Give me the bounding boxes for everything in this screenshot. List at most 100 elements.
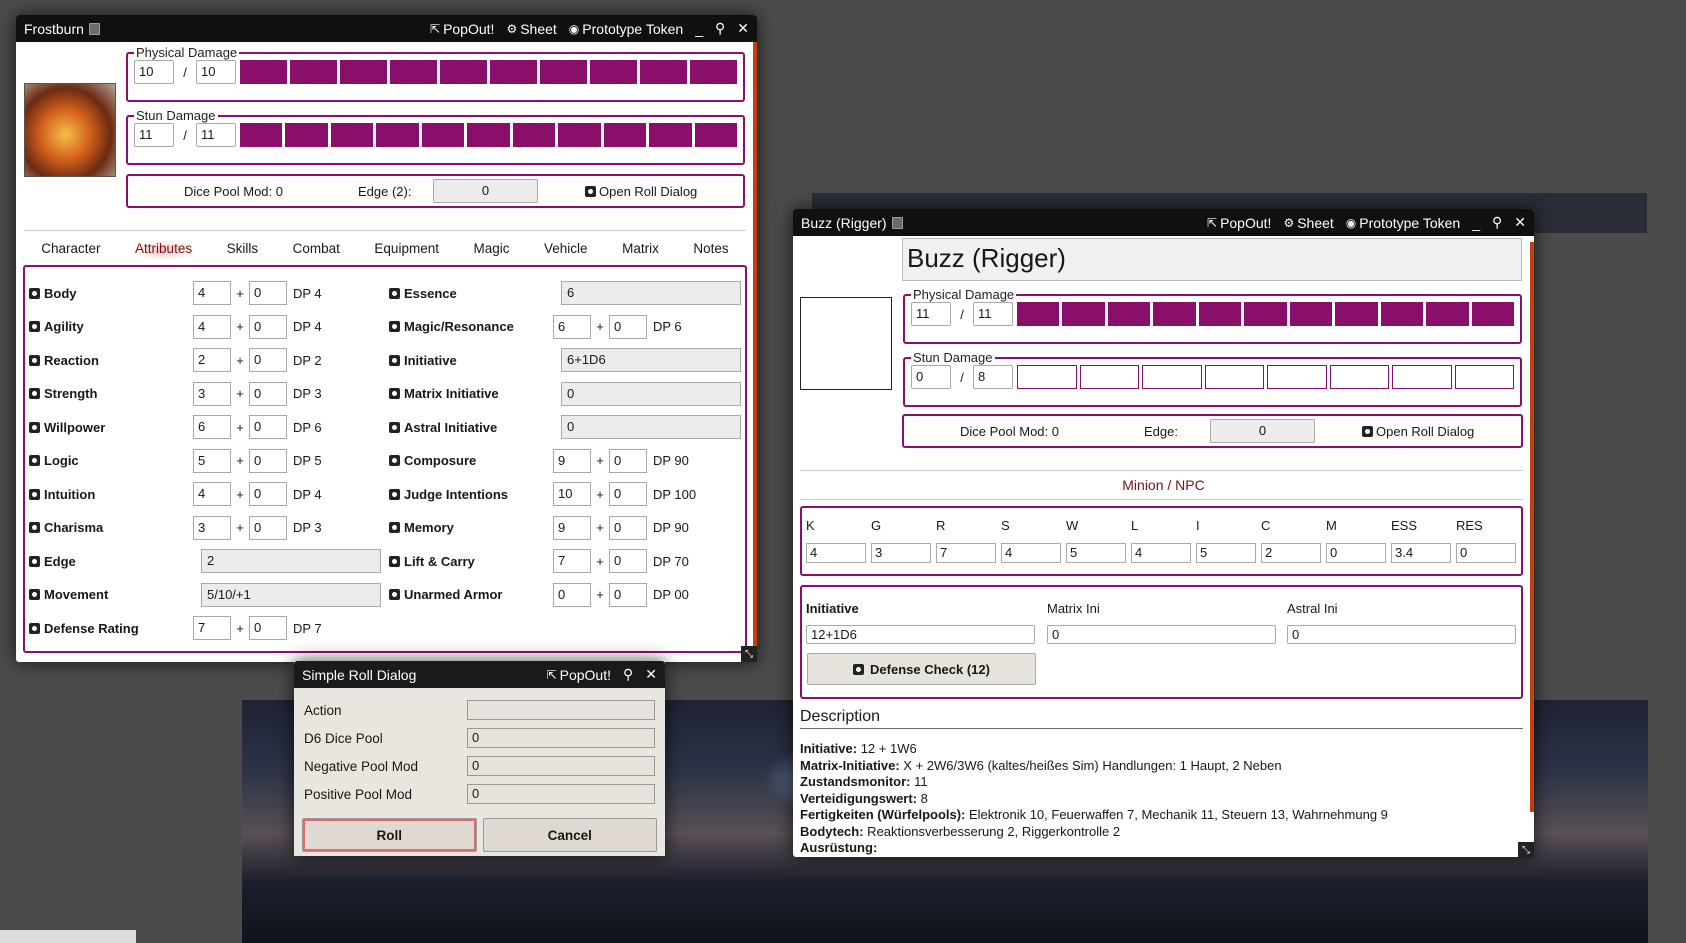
damage-box[interactable] [1198, 302, 1242, 326]
attribute-mod-input[interactable]: 0 [249, 448, 287, 473]
attribute-mod-input[interactable]: 0 [249, 616, 287, 640]
damage-box[interactable] [1289, 302, 1333, 326]
damage-box[interactable] [590, 60, 637, 84]
attribute-base-input[interactable]: 3 [193, 381, 231, 406]
damage-box[interactable] [390, 60, 437, 84]
open-roll-dialog-button[interactable]: Open Roll Dialog [1362, 424, 1474, 439]
attribute-label[interactable]: Lift & Carry [389, 554, 553, 569]
damage-box[interactable] [540, 60, 587, 84]
attribute-label[interactable]: Intuition [29, 487, 193, 502]
damage-box[interactable] [1017, 365, 1077, 389]
roll-field-input[interactable]: 0 [467, 728, 655, 748]
attribute-label[interactable]: Willpower [29, 420, 193, 435]
resize-icon[interactable]: ⤡ [1518, 842, 1534, 858]
damage-box[interactable] [512, 123, 556, 147]
prototype-token-button[interactable]: ◉ Prototype Token [569, 21, 683, 37]
stun-current-input[interactable]: 0 [911, 365, 951, 389]
window-titlebar[interactable]: Buzz (Rigger) ⇱ PopOut! ⚙ Sheet ◉ Prototype… [793, 209, 1534, 236]
damage-box[interactable] [1244, 302, 1287, 326]
defense-check-button[interactable]: Defense Check (12) [807, 653, 1036, 685]
damage-box[interactable] [1204, 365, 1264, 389]
scrollbar[interactable] [1530, 242, 1534, 812]
damage-box[interactable] [1062, 302, 1105, 326]
damage-box[interactable] [1392, 365, 1452, 389]
attribute-mod-input[interactable]: 0 [609, 448, 647, 473]
attribute-value-input[interactable]: 5/10/+1 [201, 582, 381, 607]
npc-stat-input[interactable]: 5 [1196, 543, 1256, 563]
damage-box[interactable] [558, 123, 601, 147]
damage-box[interactable] [440, 60, 487, 84]
damage-box[interactable] [330, 123, 374, 147]
npc-stat-input[interactable]: 7 [936, 543, 996, 563]
damage-box[interactable] [640, 60, 687, 84]
attribute-base-input[interactable]: 4 [193, 482, 231, 506]
damage-box[interactable] [421, 123, 465, 147]
tab-vehicle[interactable]: Vehicle [544, 241, 588, 260]
attribute-base-input[interactable]: 0 [553, 582, 591, 607]
attribute-label[interactable]: Charisma [29, 520, 193, 535]
npc-stat-input[interactable]: 4 [1131, 543, 1191, 563]
attribute-label[interactable]: Unarmed Armor [389, 587, 553, 602]
attribute-mod-input[interactable]: 0 [609, 482, 647, 506]
attribute-base-input[interactable]: 4 [193, 281, 231, 305]
attribute-label[interactable]: Body [29, 286, 193, 301]
attribute-base-input[interactable]: 10 [553, 482, 591, 506]
attribute-mod-input[interactable]: 0 [249, 415, 287, 439]
pin-icon[interactable]: ⚲ [1492, 214, 1502, 231]
attribute-base-input[interactable]: 9 [553, 515, 591, 540]
sheet-button[interactable]: ⚙ Sheet [1283, 215, 1333, 231]
attribute-label[interactable]: Matrix Initiative [389, 386, 561, 401]
type-label[interactable]: Minion / NPC [793, 477, 1534, 493]
attribute-mod-input[interactable]: 0 [249, 281, 287, 305]
damage-box[interactable] [1471, 302, 1514, 326]
npc-stat-input[interactable]: 5 [1066, 543, 1126, 563]
attribute-base-input[interactable]: 7 [193, 616, 231, 640]
attribute-base-input[interactable]: 6 [553, 314, 591, 339]
damage-box[interactable] [1017, 302, 1060, 326]
attribute-base-input[interactable]: 6 [193, 415, 231, 439]
attribute-base-input[interactable]: 7 [553, 549, 591, 573]
physical-current-input[interactable]: 10 [134, 60, 174, 84]
npc-stat-input[interactable]: 3.4 [1391, 543, 1451, 563]
physical-current-input[interactable]: 11 [911, 302, 951, 326]
attribute-mod-input[interactable]: 0 [249, 348, 287, 372]
stun-boxes[interactable] [1017, 365, 1514, 389]
attribute-label[interactable]: Composure [389, 453, 553, 468]
stun-max-input[interactable]: 8 [973, 365, 1013, 389]
attribute-mod-input[interactable]: 0 [249, 482, 287, 506]
damage-box[interactable] [1426, 302, 1469, 326]
damage-box[interactable] [490, 60, 537, 84]
prototype-token-button[interactable]: ◉ Prototype Token [1346, 215, 1460, 231]
attribute-base-input[interactable]: 5 [193, 448, 231, 473]
damage-box[interactable] [1454, 365, 1514, 389]
attribute-label[interactable]: Essence [389, 286, 561, 301]
damage-box[interactable] [376, 123, 419, 147]
attribute-mod-input[interactable]: 0 [609, 314, 647, 339]
physical-boxes[interactable] [240, 60, 737, 84]
damage-box[interactable] [290, 60, 337, 84]
attribute-mod-input[interactable]: 0 [249, 314, 287, 339]
resize-icon[interactable]: ⤡ [741, 646, 757, 662]
attribute-base-input[interactable]: 9 [553, 448, 591, 473]
attribute-label[interactable]: Astral Initiative [389, 420, 561, 435]
attribute-value-input[interactable]: 0 [561, 415, 741, 439]
attribute-base-input[interactable]: 3 [193, 515, 231, 540]
damage-box[interactable] [1142, 365, 1202, 389]
physical-max-input[interactable]: 10 [196, 60, 236, 84]
damage-box[interactable] [1329, 365, 1389, 389]
npc-stat-input[interactable]: 0 [1456, 543, 1516, 563]
damage-box[interactable] [603, 123, 647, 147]
sheet-button[interactable]: ⚙ Sheet [506, 21, 556, 37]
attribute-label[interactable]: Magic/Resonance [389, 319, 553, 334]
attribute-label[interactable]: Defense Rating [29, 621, 193, 636]
open-roll-dialog-button[interactable]: Open Roll Dialog [585, 184, 697, 199]
damage-box[interactable] [1380, 302, 1424, 326]
damage-box[interactable] [1079, 365, 1139, 389]
tab-notes[interactable]: Notes [693, 241, 728, 260]
tab-equipment[interactable]: Equipment [374, 241, 439, 260]
character-name-input[interactable]: Buzz (Rigger) [902, 238, 1522, 281]
attribute-label[interactable]: Logic [29, 453, 193, 468]
stun-max-input[interactable]: 11 [196, 123, 236, 147]
close-icon[interactable]: ✕ [737, 20, 749, 37]
attribute-label[interactable]: Strength [29, 386, 193, 401]
